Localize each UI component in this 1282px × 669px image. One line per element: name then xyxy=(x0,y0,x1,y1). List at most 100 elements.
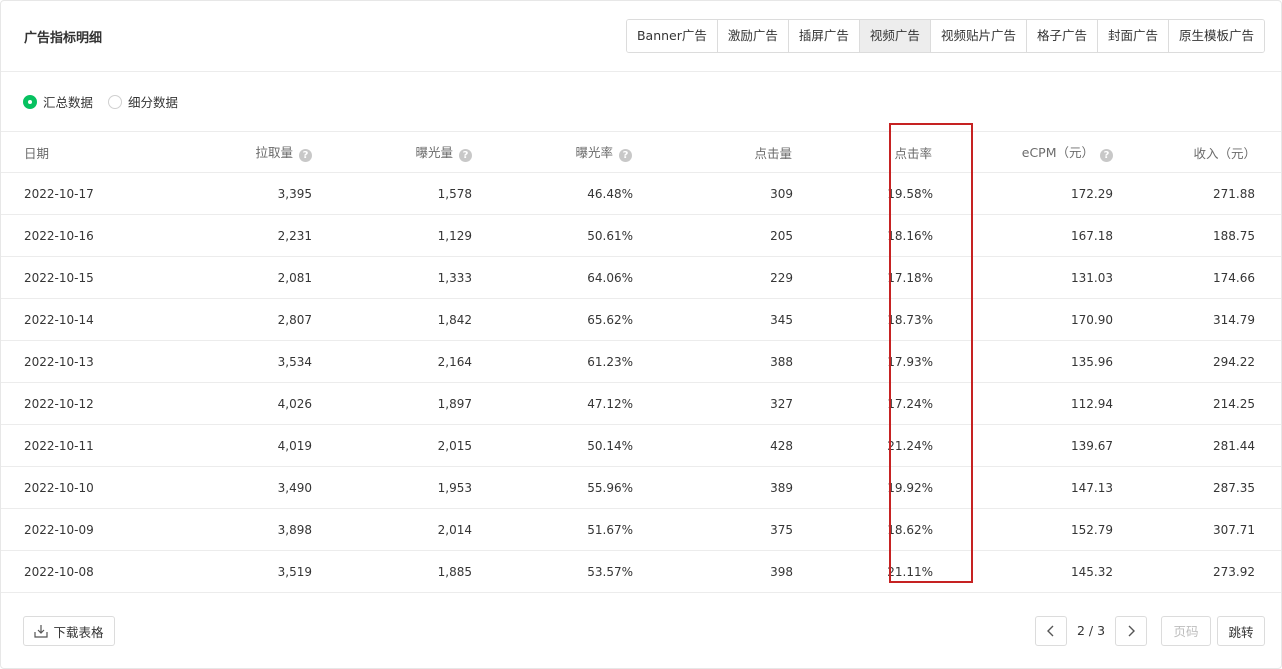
cell-ctr: 19.92% xyxy=(795,466,955,509)
download-table-button[interactable]: 下载表格 xyxy=(23,616,115,646)
cell-ctr: 18.62% xyxy=(795,508,955,551)
jump-page-button[interactable]: 跳转 xyxy=(1217,616,1265,646)
next-page-button[interactable] xyxy=(1115,616,1147,646)
table-row: 2022-10-16 2,231 1,129 50.61% 205 18.16% 167.1… xyxy=(1,214,1281,257)
cell-impressions: 1,897 xyxy=(314,382,474,425)
cell-requests: 4,026 xyxy=(174,382,314,425)
cell-requests: 3,519 xyxy=(174,550,314,593)
cell-ctr: 18.73% xyxy=(795,298,955,341)
cell-impression-rate: 64.06% xyxy=(474,256,635,299)
help-icon[interactable]: ? xyxy=(299,149,312,162)
tab-native-template-ad[interactable]: 原生模板广告 xyxy=(1167,20,1264,52)
table-row: 2022-10-10 3,490 1,953 55.96% 389 19.92% 147.1… xyxy=(1,466,1281,509)
cell-date: 2022-10-14 xyxy=(1,298,174,341)
cell-revenue: 294.22 xyxy=(1115,340,1281,383)
table-header-row: 日期 拉取量? 曝光量? 曝光率? 点击量 点击率 eCPM（元）? 收入（元） xyxy=(1,131,1281,173)
cell-impressions: 1,333 xyxy=(314,256,474,299)
cell-clicks: 229 xyxy=(635,256,795,299)
col-header-requests-label: 拉取量 xyxy=(255,145,293,160)
table-row: 2022-10-08 3,519 1,885 53.57% 398 21.11% 145.3… xyxy=(1,550,1281,593)
radio-checked-icon xyxy=(23,94,37,109)
help-icon[interactable]: ? xyxy=(619,149,632,162)
table-row: 2022-10-09 3,898 2,014 51.67% 375 18.62% 152.7… xyxy=(1,508,1281,551)
radio-summary-label: 汇总数据 xyxy=(43,95,94,110)
chevron-right-icon xyxy=(1128,625,1135,637)
panel-header: 广告指标明细 Banner广告 激励广告 插屏广告 视频广告 视频贴片广告 格子… xyxy=(1,1,1281,72)
tab-banner-ad[interactable]: Banner广告 xyxy=(626,20,717,52)
cell-requests: 3,898 xyxy=(174,508,314,551)
table-row: 2022-10-17 3,395 1,578 46.48% 309 19.58% 172.2… xyxy=(1,172,1281,215)
ad-metrics-panel: 广告指标明细 Banner广告 激励广告 插屏广告 视频广告 视频贴片广告 格子… xyxy=(0,0,1282,669)
cell-ecpm: 167.18 xyxy=(955,214,1115,257)
cell-ctr: 19.58% xyxy=(795,172,955,215)
download-table-label: 下载表格 xyxy=(53,624,104,640)
cell-clicks: 327 xyxy=(635,382,795,425)
radio-summary-data[interactable]: 汇总数据 xyxy=(23,92,93,111)
cell-impression-rate: 50.14% xyxy=(474,424,635,467)
cell-impressions: 1,885 xyxy=(314,550,474,593)
cell-revenue: 314.79 xyxy=(1115,298,1281,341)
cell-date: 2022-10-09 xyxy=(1,508,174,551)
table-row: 2022-10-13 3,534 2,164 61.23% 388 17.93% 135.9… xyxy=(1,340,1281,383)
cell-ecpm: 139.67 xyxy=(955,424,1115,467)
cell-revenue: 281.44 xyxy=(1115,424,1281,467)
tab-video-preroll-ad[interactable]: 视频贴片广告 xyxy=(929,20,1026,52)
cell-revenue: 273.92 xyxy=(1115,550,1281,593)
cell-clicks: 388 xyxy=(635,340,795,383)
radio-breakdown-label: 细分数据 xyxy=(128,95,179,110)
cell-ecpm: 152.79 xyxy=(955,508,1115,551)
cell-requests: 4,019 xyxy=(174,424,314,467)
cell-requests: 2,081 xyxy=(174,256,314,299)
cell-date: 2022-10-13 xyxy=(1,340,174,383)
help-icon[interactable]: ? xyxy=(459,149,472,162)
cell-revenue: 287.35 xyxy=(1115,466,1281,509)
cell-requests: 3,490 xyxy=(174,466,314,509)
tab-grid-ad[interactable]: 格子广告 xyxy=(1025,20,1097,52)
cell-impression-rate: 47.12% xyxy=(474,382,635,425)
cell-clicks: 398 xyxy=(635,550,795,593)
cell-revenue: 188.75 xyxy=(1115,214,1281,257)
col-header-impressions-label: 曝光量 xyxy=(415,145,453,160)
col-header-impressions[interactable]: 曝光量? xyxy=(314,131,474,173)
cell-impressions: 1,953 xyxy=(314,466,474,509)
cell-impression-rate: 65.62% xyxy=(474,298,635,341)
col-header-ecpm-label: eCPM（元） xyxy=(1021,145,1094,160)
tab-video-ad[interactable]: 视频广告 xyxy=(858,20,930,52)
col-header-date[interactable]: 日期 xyxy=(1,131,174,173)
col-header-requests[interactable]: 拉取量? xyxy=(174,131,314,173)
ad-type-tabs: Banner广告 激励广告 插屏广告 视频广告 视频贴片广告 格子广告 封面广告… xyxy=(625,19,1265,53)
col-header-ecpm[interactable]: eCPM（元）? xyxy=(955,131,1115,173)
cell-date: 2022-10-12 xyxy=(1,382,174,425)
table-row: 2022-10-15 2,081 1,333 64.06% 229 17.18% 131.0… xyxy=(1,256,1281,299)
col-header-clicks[interactable]: 点击量 xyxy=(635,131,795,173)
help-icon[interactable]: ? xyxy=(1100,149,1113,162)
cell-ctr: 18.16% xyxy=(795,214,955,257)
col-header-ctr[interactable]: 点击率 xyxy=(795,131,955,173)
prev-page-button[interactable] xyxy=(1035,616,1067,646)
col-header-date-label: 日期 xyxy=(24,145,50,161)
tab-interstitial-ad[interactable]: 插屏广告 xyxy=(787,20,859,52)
cell-requests: 3,395 xyxy=(174,172,314,215)
cell-ctr: 17.24% xyxy=(795,382,955,425)
col-header-impression-rate[interactable]: 曝光率? xyxy=(474,131,635,173)
cell-revenue: 307.71 xyxy=(1115,508,1281,551)
cell-requests: 2,807 xyxy=(174,298,314,341)
cell-impression-rate: 50.61% xyxy=(474,214,635,257)
cell-revenue: 214.25 xyxy=(1115,382,1281,425)
cell-ecpm: 112.94 xyxy=(955,382,1115,425)
cell-ctr: 21.24% xyxy=(795,424,955,467)
page-number-input[interactable] xyxy=(1161,616,1211,646)
cell-clicks: 205 xyxy=(635,214,795,257)
cell-date: 2022-10-08 xyxy=(1,550,174,593)
cell-impression-rate: 55.96% xyxy=(474,466,635,509)
tab-cover-ad[interactable]: 封面广告 xyxy=(1096,20,1168,52)
cell-impressions: 2,014 xyxy=(314,508,474,551)
cell-date: 2022-10-17 xyxy=(1,172,174,215)
tab-rewarded-ad[interactable]: 激励广告 xyxy=(716,20,788,52)
view-mode-radio-group: 汇总数据 细分数据 xyxy=(23,92,193,111)
radio-breakdown-data[interactable]: 细分数据 xyxy=(108,92,178,111)
col-header-revenue[interactable]: 收入（元） xyxy=(1115,131,1281,173)
cell-ctr: 17.18% xyxy=(795,256,955,299)
cell-ecpm: 172.29 xyxy=(955,172,1115,215)
cell-date: 2022-10-16 xyxy=(1,214,174,257)
